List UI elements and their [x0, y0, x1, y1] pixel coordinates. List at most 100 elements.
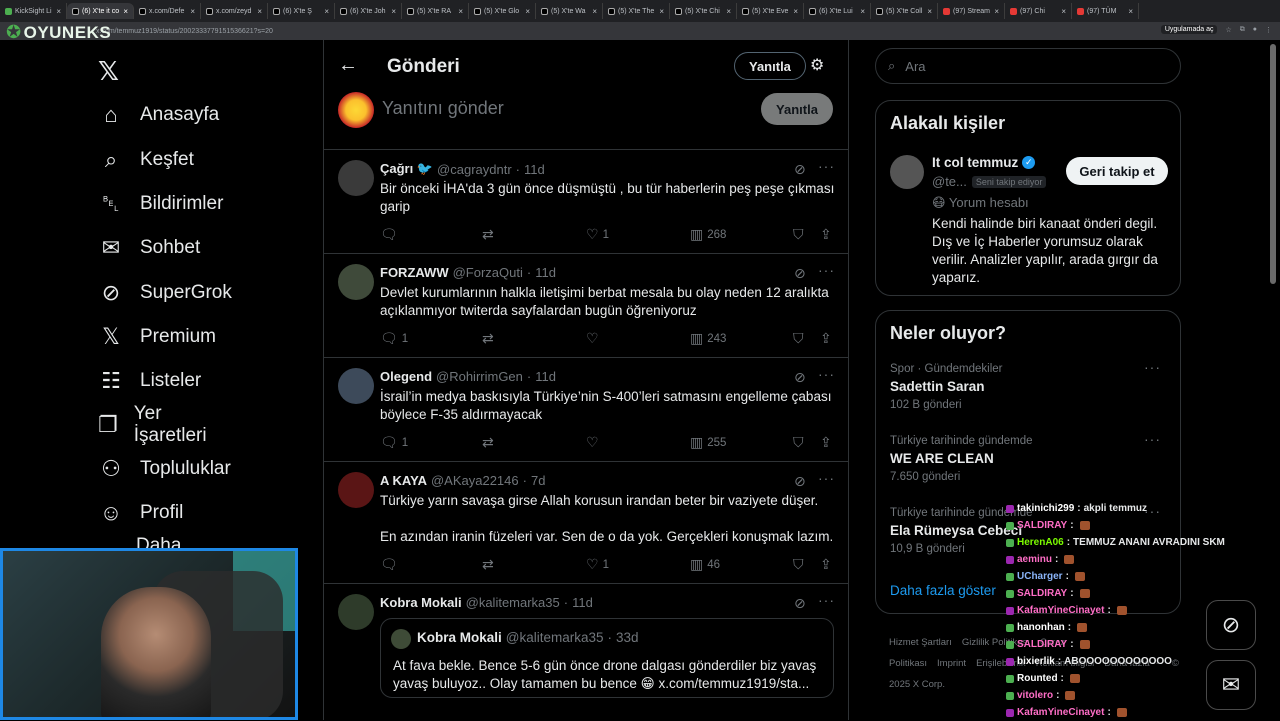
close-tab-icon[interactable]: × — [592, 7, 597, 16]
share-action[interactable]: ⇪ — [820, 434, 832, 451]
bookmark-action[interactable]: ⛉ — [793, 556, 804, 573]
share-action[interactable]: ⇪ — [820, 226, 832, 243]
browser-tab[interactable]: x.com/Defe × — [134, 3, 201, 19]
close-tab-icon[interactable]: × — [190, 7, 195, 16]
close-tab-icon[interactable]: × — [324, 7, 329, 16]
star-icon[interactable]: ☆ — [1225, 26, 1231, 34]
share-action[interactable]: ⇪ — [820, 330, 832, 347]
avatar[interactable] — [338, 160, 374, 196]
tweet-author-name[interactable]: FORZAWW — [380, 265, 449, 280]
search-bar[interactable]: ⌕ Ara — [875, 48, 1181, 84]
url-text[interactable]: x.com/temmuz1919/status/2002333779151536… — [96, 28, 273, 35]
extensions-icon[interactable]: ⧉ — [1240, 26, 1245, 34]
x-logo-icon[interactable]: 𝕏 — [98, 56, 119, 87]
repost-action[interactable]: ⇄ — [482, 330, 494, 347]
like-action[interactable]: ♡ 1 — [586, 556, 609, 573]
share-action[interactable]: ⇪ — [820, 556, 832, 573]
close-tab-icon[interactable]: × — [458, 7, 463, 16]
avatar[interactable] — [338, 92, 374, 128]
browser-tab[interactable]: (97) Stream × — [938, 3, 1005, 19]
tweet-author-handle[interactable]: @cagraydntr — [437, 162, 512, 177]
reply-tweet[interactable]: A KAYA @AKaya22146 · 7d ⊘ ··· Türkiye yarı… — [324, 462, 848, 584]
reply-action[interactable]: 🗨 — [380, 556, 402, 573]
more-options-icon[interactable]: ··· — [818, 470, 835, 486]
more-options-icon[interactable]: ··· — [818, 262, 835, 278]
repost-action[interactable]: ⇄ — [482, 556, 494, 573]
browser-tab[interactable]: (6) X'te Ş × — [268, 3, 335, 19]
repost-action[interactable]: ⇄ — [482, 434, 494, 451]
like-action[interactable]: ♡ — [586, 330, 603, 347]
close-tab-icon[interactable]: × — [1061, 7, 1066, 16]
close-tab-icon[interactable]: × — [659, 7, 664, 16]
close-tab-icon[interactable]: × — [860, 7, 865, 16]
page-scrollbar[interactable] — [1270, 44, 1276, 284]
quoted-tweet[interactable]: Kobra Mokali @kalitemarka35 · 33d At fav… — [380, 618, 834, 698]
views-action[interactable]: ▥ 268 — [690, 226, 726, 243]
show-more-link[interactable]: Daha fazla göster — [890, 583, 996, 598]
more-options-icon[interactable]: ··· — [818, 158, 835, 174]
more-options-icon[interactable]: ··· — [818, 592, 835, 608]
tweet-author-name[interactable]: Olegend — [380, 369, 432, 384]
trend-item[interactable]: Spor · Gündemdekiler Sadettin Saran 102 … — [890, 363, 1170, 411]
like-action[interactable]: ♡ 1 — [586, 226, 609, 243]
tweet-author-name[interactable]: Çağrı 🐦 — [380, 161, 433, 177]
tweet-time[interactable]: 11d — [524, 162, 545, 177]
profile-avatar-icon[interactable]: ● — [1253, 26, 1257, 33]
reply-submit-button[interactable]: Yanıtla — [761, 93, 833, 125]
close-tab-icon[interactable]: × — [123, 7, 128, 16]
browser-tab[interactable]: (6) X'te Joh × — [335, 3, 402, 19]
grok-explain-icon[interactable]: ⊘ — [794, 369, 806, 386]
close-tab-icon[interactable]: × — [994, 7, 999, 16]
footer-link[interactable]: Imprint — [937, 658, 966, 669]
views-action[interactable]: ▥ 46 — [690, 556, 720, 573]
tweet-time[interactable]: 11d — [535, 369, 556, 384]
tweet-author-handle[interactable]: @kalitemarka35 — [466, 595, 560, 610]
avatar[interactable] — [338, 368, 374, 404]
grok-explain-icon[interactable]: ⊘ — [794, 265, 806, 282]
browser-tab[interactable]: (5) X'te The × — [603, 3, 670, 19]
sidebar-item-list[interactable]: ☷ Listeler — [98, 366, 201, 396]
repost-action[interactable]: ⇄ — [482, 226, 494, 243]
browser-tab[interactable]: (5) X'te Eve × — [737, 3, 804, 19]
back-arrow-icon[interactable]: ← — [338, 54, 358, 77]
sidebar-item-x-premium[interactable]: 𝕏 Premium — [98, 322, 216, 352]
avatar[interactable] — [338, 264, 374, 300]
browser-tab[interactable]: (97) TÜM × — [1072, 3, 1139, 19]
tweet-author-handle[interactable]: @ForzaQuti — [453, 265, 523, 280]
browser-tab[interactable]: (5) X'te RA × — [402, 3, 469, 19]
browser-tab[interactable]: KickSight Li × — [0, 3, 67, 19]
sliders-icon[interactable]: ⚙ — [810, 55, 824, 75]
trend-item[interactable]: Türkiye tarihinde gündemde WE ARE CLEAN … — [890, 435, 1170, 483]
sidebar-item-mail[interactable]: ✉ Sohbet — [98, 233, 200, 263]
close-tab-icon[interactable]: × — [793, 7, 798, 16]
more-options-icon[interactable]: ··· — [1144, 431, 1161, 447]
tweet-author-handle[interactable]: @RohirrimGen — [436, 369, 523, 384]
grok-explain-icon[interactable]: ⊘ — [794, 595, 806, 612]
tweet-author-name[interactable]: A KAYA — [380, 473, 427, 488]
sidebar-item-communities[interactable]: ⚇ Topluluklar — [98, 454, 231, 484]
menu-dots-icon[interactable]: ⋮ — [1265, 26, 1272, 34]
address-bar[interactable]: x.com/temmuz1919/status/2002333779151536… — [0, 22, 1280, 40]
browser-tab[interactable]: (97) Chi × — [1005, 3, 1072, 19]
reply-tweet[interactable]: Olegend @RohirrimGen · 11d ⊘ ··· İsrail’in… — [324, 358, 848, 462]
reply-input[interactable]: Yanıtını gönder — [382, 98, 504, 119]
grok-explain-icon[interactable]: ⊘ — [794, 473, 806, 490]
reply-filter-button[interactable]: Yanıtla — [734, 52, 806, 80]
avatar[interactable] — [338, 594, 374, 630]
reply-tweet[interactable]: FORZAWW @ForzaQuti · 11d ⊘ ··· Devlet kuru… — [324, 254, 848, 358]
sidebar-item-home[interactable]: ⌂ Anasayfa — [98, 100, 219, 130]
close-tab-icon[interactable]: × — [257, 7, 262, 16]
reply-tweet[interactable]: Kobra Mokali @kalitemarka35 · 11d ⊘ ··· K… — [324, 584, 848, 720]
tweet-author-handle[interactable]: @AKaya22146 — [431, 473, 519, 488]
search-input[interactable]: Ara — [905, 59, 925, 74]
tweet-time[interactable]: 7d — [531, 473, 545, 488]
browser-tab[interactable]: (5) X'te Coll × — [871, 3, 938, 19]
close-tab-icon[interactable]: × — [56, 7, 61, 16]
close-tab-icon[interactable]: × — [525, 7, 530, 16]
sidebar-item-profile[interactable]: ☺ Profil — [98, 498, 184, 528]
close-tab-icon[interactable]: × — [1128, 7, 1133, 16]
sidebar-item-bell[interactable]: ␇ Bildirimler — [98, 189, 223, 219]
sidebar-item-bookmark[interactable]: ❐ Yer İşaretleri — [98, 403, 213, 446]
browser-tab[interactable]: (5) X'te Chi × — [670, 3, 737, 19]
views-action[interactable]: ▥ 255 — [690, 434, 726, 451]
